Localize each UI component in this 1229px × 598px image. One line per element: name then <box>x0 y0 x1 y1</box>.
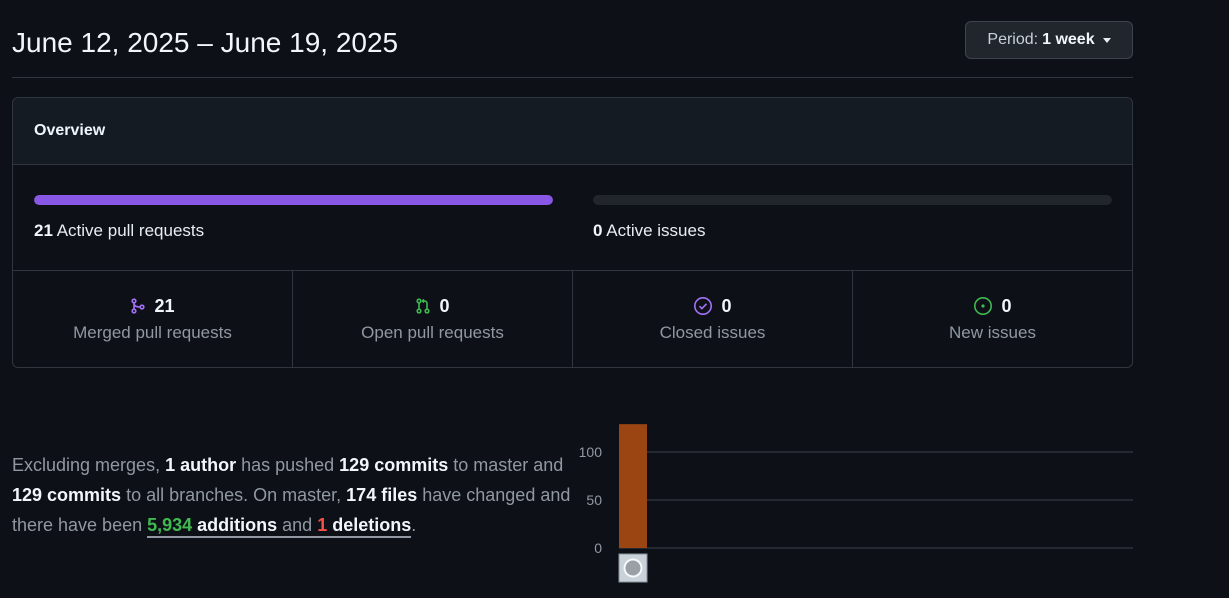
active-issues-count: 0 <box>593 221 603 240</box>
issue-opened-icon <box>973 296 993 316</box>
closed-issues-label: Closed issues <box>659 322 766 342</box>
stat-open-prs[interactable]: 0 Open pull requests <box>293 271 573 367</box>
diff-stats-link[interactable]: 5,934 additions and 1 deletions <box>147 515 412 538</box>
period-value: 1 week <box>1042 31 1095 48</box>
new-issues-label: New issues <box>949 322 1036 342</box>
active-issues-bar-track <box>593 195 1112 205</box>
git-merge-icon <box>130 298 146 314</box>
stat-closed-issues[interactable]: 0 Closed issues <box>573 271 853 367</box>
commits-all-link[interactable]: 129 commits <box>12 485 121 505</box>
issue-closed-icon <box>693 296 713 316</box>
commit-summary: Excluding merges, 1 author has pushed 12… <box>12 450 572 540</box>
stat-merged-prs[interactable]: 21 Merged pull requests <box>13 271 293 367</box>
overview-title: Overview <box>13 98 1132 165</box>
deletions-count: 1 <box>317 515 328 535</box>
active-prs-bar-track <box>34 195 553 205</box>
y-tick-label: 0 <box>594 540 602 556</box>
additions-count: 5,934 <box>147 515 193 535</box>
summary-text: to master and <box>448 455 564 475</box>
closed-issues-count: 0 <box>721 295 732 316</box>
active-issues-bar-group: 0 Active issues <box>593 195 1112 241</box>
commits-by-author-chart: 0 50 100 <box>579 424 1133 583</box>
open-prs-count: 0 <box>439 295 450 316</box>
active-issues-label: Active issues <box>606 221 706 240</box>
overview-stats: 21 Merged pull requests 0 Open pull requ… <box>13 271 1132 367</box>
author-count-link[interactable]: 1 author <box>165 455 236 475</box>
summary-text: . <box>411 515 417 535</box>
period-dropdown-button[interactable]: Period: 1 week <box>965 21 1133 59</box>
files-changed-link[interactable]: 174 files <box>346 485 417 505</box>
summary-text: and <box>277 515 318 535</box>
summary-text: has pushed <box>236 455 340 475</box>
overview-panel: Overview 21 Active pull requests 0 Activ… <box>12 97 1133 368</box>
new-issues-count: 0 <box>1001 295 1012 316</box>
stat-new-issues[interactable]: 0 New issues <box>853 271 1132 367</box>
merged-prs-label: Merged pull requests <box>73 322 232 342</box>
summary-text: Excluding merges, <box>12 455 166 475</box>
active-issues-summary[interactable]: 0 Active issues <box>593 221 1112 241</box>
active-prs-bar-group: 21 Active pull requests <box>34 195 553 241</box>
git-pull-request-icon <box>415 298 431 314</box>
summary-text: to all branches. On master, <box>121 485 347 505</box>
active-prs-count: 21 <box>34 221 53 240</box>
bar <box>619 424 647 548</box>
active-prs-summary[interactable]: 21 Active pull requests <box>34 221 553 241</box>
author-avatar[interactable] <box>618 553 648 583</box>
caret-down-icon <box>1102 37 1111 43</box>
period-label: Period: <box>987 31 1039 48</box>
y-tick-label: 100 <box>579 444 603 460</box>
deletions-label: deletions <box>327 515 412 535</box>
header: June 12, 2025 – June 19, 2025 Period: 1 … <box>12 21 1133 78</box>
commits-master-link[interactable]: 129 commits <box>339 455 448 475</box>
activity-bars: 21 Active pull requests 0 Active issues <box>13 165 1132 271</box>
active-prs-label: Active pull requests <box>56 221 205 240</box>
merged-prs-count: 21 <box>154 295 175 316</box>
y-tick-label: 50 <box>586 492 602 508</box>
additions-label: additions <box>192 515 278 535</box>
active-prs-bar-fill <box>34 195 553 205</box>
open-prs-label: Open pull requests <box>361 322 504 342</box>
date-range-title: June 12, 2025 – June 19, 2025 <box>12 27 399 58</box>
